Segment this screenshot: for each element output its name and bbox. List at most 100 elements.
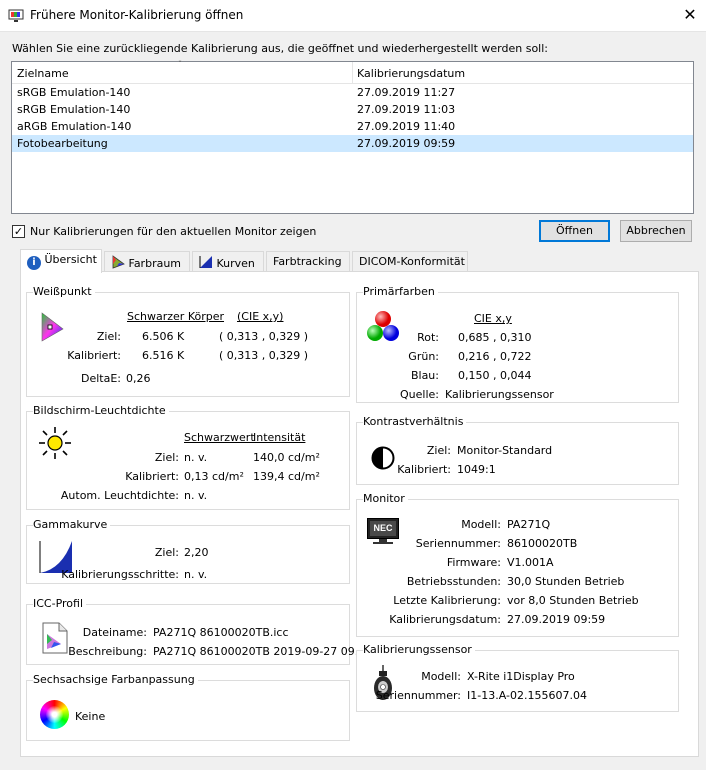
deltae-label: DeltaE: [80, 372, 121, 385]
row-date: 27.09.2019 11:03 [357, 103, 456, 116]
colorspace-icon [112, 255, 125, 269]
luminance-target-black: n. v. [184, 451, 208, 464]
row-name: sRGB Emulation-140 [17, 103, 131, 116]
sensor-group: Kalibrierungssensor Modell: X-Rite i1Dis… [356, 643, 679, 712]
monitor-model-value: PA271Q [507, 518, 551, 531]
group-title: Kalibrierungssensor [363, 643, 475, 656]
luminance-cal-label: Kalibriert: [125, 470, 179, 483]
icc-desc-label: Beschreibung: [68, 645, 147, 658]
gamma-group: Gammakurve Ziel: 2,20 Kalibrierungsschri… [26, 518, 350, 584]
primary-red-label: Rot: [417, 331, 439, 344]
group-title: Kontrastverhältnis [363, 415, 467, 428]
primaries-group: Primärfarben CIE x,y Rot: 0,685 , 0,310 … [356, 285, 679, 403]
tab-dicom[interactable]: DICOM-Konformität [352, 251, 468, 272]
luminance-cal-black: 0,13 cd/m² [184, 470, 244, 483]
six-axis-value: Keine [75, 710, 106, 723]
rgb-primaries-icon [367, 311, 399, 341]
monitor-filter-checkbox[interactable]: ✓ [12, 225, 25, 238]
tab-overview[interactable]: i Übersicht [20, 249, 102, 273]
tab-label: Farbraum [128, 257, 182, 270]
tab-bar: i Übersicht Farbraum Kurven Farbtracking… [20, 249, 480, 273]
column-header-name[interactable]: Zielname [17, 67, 69, 80]
tab-label: Farbtracking [273, 255, 342, 268]
group-title: Weißpunkt [33, 285, 95, 298]
title-bar: Frühere Monitor-Kalibrierung öffnen ✕ [0, 0, 706, 32]
monitor-filter-label[interactable]: Nur Kalibrierungen für den aktuellen Mon… [30, 225, 316, 238]
icc-desc-value: PA271Q 86100020TB 2019-09-27 09... [153, 645, 366, 658]
overview-panel: Weißpunkt Schwarzer Körper (CIE x,y) Zie… [20, 271, 699, 757]
primary-blue-value: 0,150 , 0,044 [458, 369, 532, 382]
monitor-last-cal-value: vor 8,0 Stunden Betrieb [507, 594, 639, 607]
monitor-hours-label: Betriebsstunden: [406, 575, 501, 588]
primary-blue-label: Blau: [410, 369, 439, 382]
luminance-cal-intensity: 139,4 cd/m² [253, 470, 320, 483]
monitor-group: Monitor NEC Modell: PA271Q Seriennummer:… [356, 492, 679, 637]
list-row-selected[interactable]: Fotobearbeitung 27.09.2019 09:59 [12, 135, 693, 152]
sensor-model-label: Modell: [421, 670, 461, 683]
column-header-date[interactable]: Kalibrierungsdatum [357, 67, 465, 80]
monitor-model-label: Modell: [461, 518, 501, 531]
open-button[interactable]: Öffnen [539, 220, 610, 242]
luminance-target-label: Ziel: [154, 451, 179, 464]
row-name: Fotobearbeitung [17, 137, 108, 150]
tab-curves[interactable]: Kurven [192, 251, 264, 272]
whitepoint-group: Weißpunkt Schwarzer Körper (CIE x,y) Zie… [26, 285, 350, 397]
monitor-firmware-value: V1.001A [507, 556, 554, 569]
row-date: 27.09.2019 11:27 [357, 86, 456, 99]
list-row[interactable]: sRGB Emulation-140 27.09.2019 11:27 [12, 84, 693, 101]
luminance-col-black: Schwarzwert [184, 431, 255, 444]
list-row[interactable]: aRGB Emulation-140 27.09.2019 11:40 [12, 118, 693, 135]
app-icon [8, 9, 24, 22]
monitor-icon: NEC [367, 518, 399, 544]
tab-colorspace[interactable]: Farbraum [104, 251, 190, 272]
tab-label: Übersicht [44, 253, 97, 266]
tab-label: DICOM-Konformität [359, 255, 465, 268]
whitepoint-col-cie: (CIE x,y) [237, 310, 284, 323]
primary-red-value: 0,685 , 0,310 [458, 331, 532, 344]
group-title: Gammakurve [33, 518, 111, 531]
monitor-cal-date-value: 27.09.2019 09:59 [507, 613, 606, 626]
contrast-cal-label: Kalibriert: [397, 463, 451, 476]
primary-source-value: Kalibrierungssensor [445, 388, 554, 401]
list-header: ˇ Zielname Kalibrierungsdatum [12, 60, 693, 84]
auto-luminance-value: n. v. [184, 489, 208, 502]
gamma-target-value: 2,20 [184, 546, 209, 559]
icc-file-value: PA271Q 86100020TB.icc [153, 626, 289, 639]
primary-green-value: 0,216 , 0,722 [458, 350, 532, 363]
curve-icon [199, 256, 212, 268]
whitepoint-col-blackbody: Schwarzer Körper [127, 310, 225, 323]
monitor-hours-value: 30,0 Stunden Betrieb [507, 575, 625, 588]
monitor-serial-label: Seriennummer: [415, 537, 501, 550]
monitor-serial-value: 86100020TB [507, 537, 578, 550]
sensor-model-value: X-Rite i1Display Pro [467, 670, 575, 683]
gamma-steps-value: n. v. [184, 568, 208, 581]
chromaticity-icon [41, 312, 64, 342]
luminance-col-intensity: Intensität [253, 431, 306, 444]
instruction-text: Wählen Sie eine zurückliegende Kalibrier… [12, 42, 549, 55]
list-row[interactable]: sRGB Emulation-140 27.09.2019 11:03 [12, 101, 693, 118]
row-date: 27.09.2019 09:59 [357, 137, 456, 150]
whitepoint-cal-k: 6.516 K [142, 349, 185, 362]
icc-group: ICC-Profil Dateiname: PA271Q 86100020TB.… [26, 597, 365, 665]
contrast-target-label: Ziel: [426, 444, 451, 457]
primary-source-label: Quelle: [400, 388, 439, 401]
tab-colortracking[interactable]: Farbtracking [266, 251, 350, 272]
close-icon[interactable]: ✕ [680, 4, 700, 26]
cancel-button[interactable]: Abbrechen [620, 220, 692, 242]
info-icon: i [27, 256, 41, 270]
group-title: Sechsachsige Farbanpassung [33, 673, 198, 686]
luminance-target-intensity: 140,0 cd/m² [253, 451, 320, 464]
sensor-serial-value: I1-13.A-02.155607.04 [467, 689, 587, 702]
group-title: Monitor [363, 492, 408, 505]
calibration-list[interactable]: ˇ Zielname Kalibrierungsdatum sRGB Emula… [11, 60, 694, 214]
primary-green-label: Grün: [408, 350, 439, 363]
primaries-col-cie: CIE x,y [474, 312, 512, 325]
whitepoint-cal-xy: ( 0,313 , 0,329 ) [219, 349, 309, 362]
row-name: aRGB Emulation-140 [17, 120, 132, 133]
sensor-serial-label: Seriennummer: [375, 689, 461, 702]
column-divider[interactable] [352, 62, 353, 84]
monitor-last-cal-label: Letzte Kalibrierung: [393, 594, 501, 607]
contrast-cal-value: 1049:1 [457, 463, 496, 476]
monitor-firmware-label: Firmware: [446, 556, 501, 569]
group-title: ICC-Profil [33, 597, 87, 610]
